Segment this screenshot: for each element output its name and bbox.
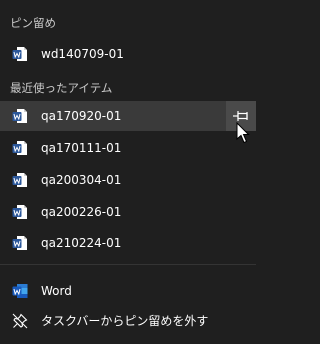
recent-item-label: qa210224-01 [41, 236, 122, 250]
word-app-icon [12, 283, 28, 299]
unpin-label: タスクバーからピン留めを外す [41, 314, 209, 328]
word-doc-icon [12, 235, 28, 251]
pinned-item-wd140709-01[interactable]: wd140709-01 [0, 39, 256, 69]
word-doc-icon [12, 108, 28, 124]
recent-item-qa210224-01[interactable]: qa210224-01 [0, 228, 256, 258]
footer-divider [0, 264, 256, 265]
pinned-item-label: wd140709-01 [41, 47, 124, 61]
unpin-from-taskbar-button[interactable]: タスクバーからピン留めを外す [0, 306, 256, 336]
recent-item-label: qa170111-01 [41, 141, 122, 155]
pin-to-list-button[interactable] [226, 101, 256, 131]
recent-item-qa200304-01[interactable]: qa200304-01 [0, 165, 256, 195]
recent-item-qa200226-01[interactable]: qa200226-01 [0, 197, 256, 227]
word-doc-icon [12, 204, 28, 220]
recent-section-header: 最近使ったアイテム [10, 81, 113, 95]
word-doc-icon [12, 46, 28, 62]
taskbar-jump-list: ピン留め wd140709-01 最近使ったアイテム qa170920-01 q… [0, 0, 256, 344]
open-word-button[interactable]: Word [0, 276, 256, 306]
pin-icon [233, 111, 248, 121]
app-label: Word [41, 284, 72, 298]
recent-item-label: qa200304-01 [41, 173, 122, 187]
recent-item-label: qa170920-01 [41, 109, 122, 123]
word-doc-icon [12, 140, 28, 156]
word-doc-icon [12, 172, 28, 188]
recent-item-qa170111-01[interactable]: qa170111-01 [0, 133, 256, 163]
recent-item-label: qa200226-01 [41, 205, 122, 219]
recent-item-qa170920-01[interactable]: qa170920-01 [0, 101, 256, 131]
unpin-icon [12, 313, 28, 329]
pinned-section-header: ピン留め [10, 16, 56, 30]
